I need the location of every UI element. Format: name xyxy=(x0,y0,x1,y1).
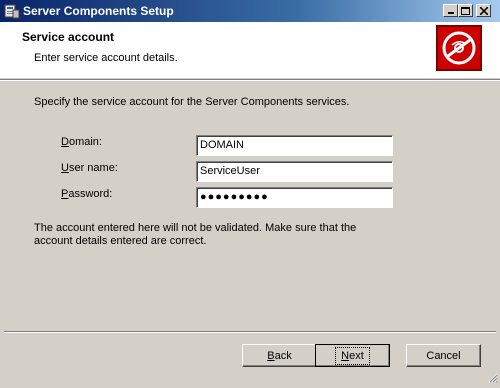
back-button[interactable]: Back xyxy=(242,344,317,367)
window-title: Server Components Setup xyxy=(23,4,174,18)
setup-icon xyxy=(4,3,20,19)
username-field[interactable]: ServiceUser xyxy=(196,161,393,182)
page-subtitle: Enter service account details. xyxy=(34,52,178,64)
resize-grip-icon[interactable] xyxy=(486,370,498,383)
password-field[interactable]: ●●●●●●●●● xyxy=(196,187,393,208)
validation-note: The account entered here will not be val… xyxy=(34,222,357,247)
domain-field[interactable]: DOMAIN xyxy=(196,135,393,156)
cancel-button[interactable]: Cancel xyxy=(406,344,481,367)
page-title: Service account xyxy=(22,30,115,44)
wizard-header: Service account Enter service account de… xyxy=(0,22,500,78)
username-label: User name: xyxy=(61,162,118,174)
footer-divider xyxy=(4,331,496,333)
intro-text: Specify the service account for the Serv… xyxy=(34,96,350,108)
close-button[interactable] xyxy=(476,4,491,17)
setup-window: Server Components Setup Service account … xyxy=(0,0,500,384)
minimize-button[interactable] xyxy=(443,4,458,17)
title-bar[interactable]: Server Components Setup xyxy=(0,0,500,22)
header-divider xyxy=(0,79,500,81)
disabled-disc-icon xyxy=(436,25,482,71)
domain-label: Domain: xyxy=(61,136,102,148)
maximize-icon xyxy=(461,6,470,15)
password-label: Password: xyxy=(61,188,113,200)
minimize-icon xyxy=(447,12,454,14)
close-icon xyxy=(479,6,488,15)
maximize-button[interactable] xyxy=(458,4,473,17)
next-button[interactable]: Next xyxy=(315,344,390,367)
